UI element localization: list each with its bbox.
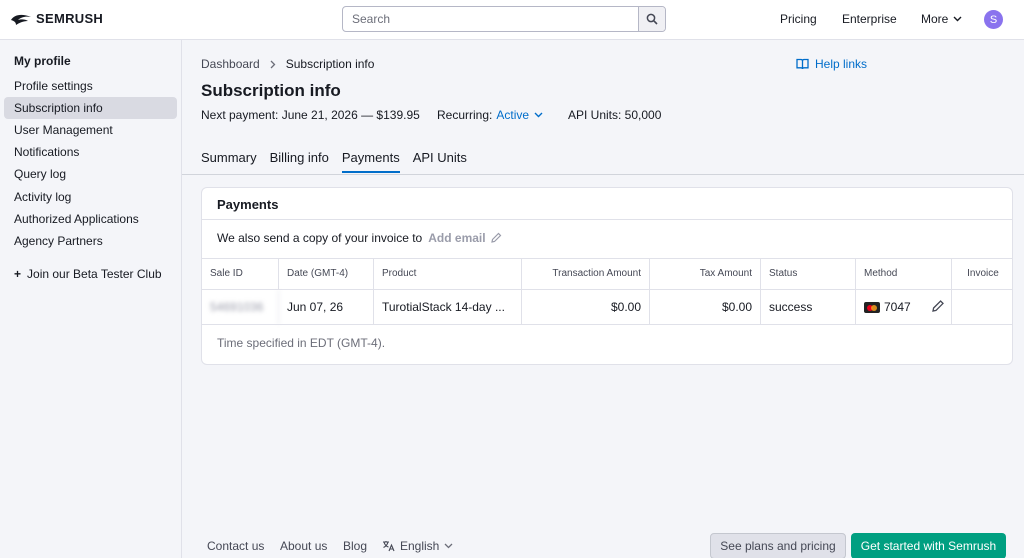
sidebar-item-notifications[interactable]: Notifications (4, 141, 177, 163)
invoice-note-text: We also send a copy of your invoice to (217, 231, 423, 245)
search-button[interactable] (638, 7, 665, 31)
tabs-divider (182, 174, 1024, 175)
user-avatar[interactable]: S (984, 10, 1003, 29)
tab-summary[interactable]: Summary (201, 150, 257, 173)
sidebar-item-beta-tester[interactable]: + Join our Beta Tester Club (14, 266, 164, 282)
breadcrumb: Dashboard Subscription info (201, 57, 374, 71)
breadcrumb-dashboard[interactable]: Dashboard (201, 57, 260, 71)
tab-api-units[interactable]: API Units (413, 150, 467, 173)
mastercard-icon (864, 301, 880, 313)
add-email-label: Add email (428, 231, 486, 245)
cell-transaction-amount: $0.00 (522, 290, 650, 324)
chevron-down-icon (534, 112, 543, 118)
api-units: API Units: 50,000 (568, 108, 662, 122)
add-email-button[interactable]: Add email (428, 231, 501, 245)
chevron-down-icon (953, 16, 962, 22)
recurring-value: Active (496, 108, 530, 122)
nav-more[interactable]: More (921, 12, 962, 26)
help-links[interactable]: Help links (796, 57, 867, 71)
plus-icon: + (14, 267, 22, 281)
payments-title: Payments (217, 197, 279, 212)
recurring-dropdown[interactable]: Active (496, 108, 543, 122)
divider (202, 219, 1012, 220)
cell-status: success (761, 290, 856, 324)
cell-tax-amount: $0.00 (650, 290, 761, 324)
next-payment: Next payment: June 21, 2026 — $139.95 (201, 108, 420, 122)
book-icon (796, 58, 809, 70)
sidebar-title: My profile (14, 54, 71, 68)
col-product: Product (374, 258, 522, 289)
sidebar-item-authorized-applications[interactable]: Authorized Applications (4, 208, 177, 230)
sidebar-item-query-log[interactable]: Query log (4, 163, 177, 185)
get-started-button[interactable]: Get started with Semrush (851, 533, 1006, 558)
chevron-down-icon (444, 543, 453, 549)
col-sale-id: Sale ID (202, 258, 279, 289)
time-note: Time specified in EDT (GMT-4). (217, 336, 386, 350)
cell-date: Jun 07, 26 (279, 290, 374, 324)
col-method: Method (856, 258, 952, 289)
search-input[interactable] (343, 7, 638, 31)
beta-label: Join our Beta Tester Club (27, 267, 162, 281)
breadcrumb-current: Subscription info (285, 57, 375, 71)
sidebar-item-user-management[interactable]: User Management (4, 119, 177, 141)
nav-enterprise[interactable]: Enterprise (842, 12, 897, 26)
col-tax-amount: Tax Amount (650, 258, 761, 289)
card-last4: 7047 (884, 300, 911, 314)
divider (202, 324, 1012, 325)
nav-pricing[interactable]: Pricing (780, 12, 817, 26)
help-links-label: Help links (815, 57, 868, 71)
payments-card: Payments We also send a copy of your inv… (201, 187, 1013, 365)
cell-invoice (952, 290, 1012, 324)
sidebar: My profile Profile settings Subscription… (0, 40, 182, 558)
search-box (342, 6, 666, 32)
page-title: Subscription info (201, 81, 341, 100)
tab-bar: Summary Billing info Payments API Units (201, 150, 467, 173)
pencil-icon (490, 232, 501, 243)
col-status: Status (761, 258, 856, 289)
col-date: Date (GMT-4) (279, 258, 374, 289)
semrush-logo[interactable]: SEMRUSH (10, 11, 103, 26)
semrush-flame-icon (11, 14, 31, 25)
tab-billing-info[interactable]: Billing info (270, 150, 329, 173)
col-transaction-amount: Transaction Amount (522, 258, 650, 289)
nav-more-label: More (921, 12, 949, 26)
footer-blog-link[interactable]: Blog (343, 539, 367, 553)
col-invoice: Invoice (967, 268, 999, 279)
cell-product: TurotialStack 14-day ... (374, 290, 522, 324)
language-label: English (400, 539, 440, 553)
chevron-right-icon (270, 60, 276, 68)
recurring: Recurring: Active (437, 108, 543, 122)
edit-method-pencil-icon[interactable] (931, 299, 945, 313)
translate-icon (383, 541, 395, 552)
footer-about-link[interactable]: About us (280, 539, 327, 553)
sidebar-item-activity-log[interactable]: Activity log (4, 186, 177, 208)
tab-payments[interactable]: Payments (341, 150, 400, 173)
see-plans-button[interactable]: See plans and pricing (710, 533, 846, 558)
top-bar: SEMRUSH Pricing Enterprise More S (0, 0, 1024, 40)
sidebar-item-agency-partners[interactable]: Agency Partners (4, 230, 177, 252)
invoice-note: We also send a copy of your invoice to A… (217, 231, 502, 245)
footer-contact-link[interactable]: Contact us (207, 539, 264, 553)
language-selector[interactable]: English (382, 539, 453, 553)
search-icon (646, 13, 658, 25)
logo-text: SEMRUSH (36, 11, 104, 26)
sidebar-item-subscription-info[interactable]: Subscription info (4, 97, 177, 119)
sidebar-item-profile-settings[interactable]: Profile settings (4, 75, 177, 97)
cell-sale-id: 54691036 (202, 290, 279, 324)
recurring-label: Recurring: (437, 108, 493, 122)
